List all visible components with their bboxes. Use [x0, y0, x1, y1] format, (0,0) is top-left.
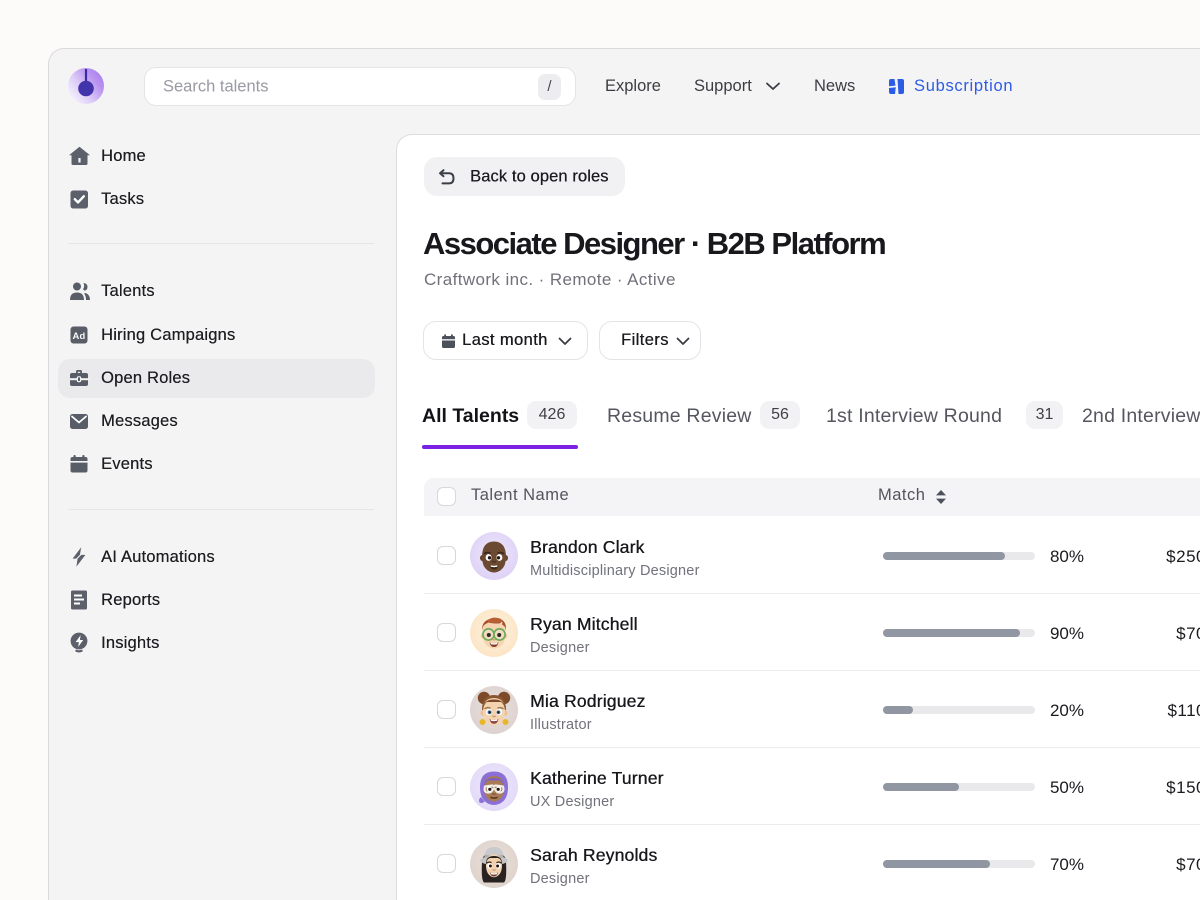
svg-text:Ad: Ad	[72, 331, 85, 342]
